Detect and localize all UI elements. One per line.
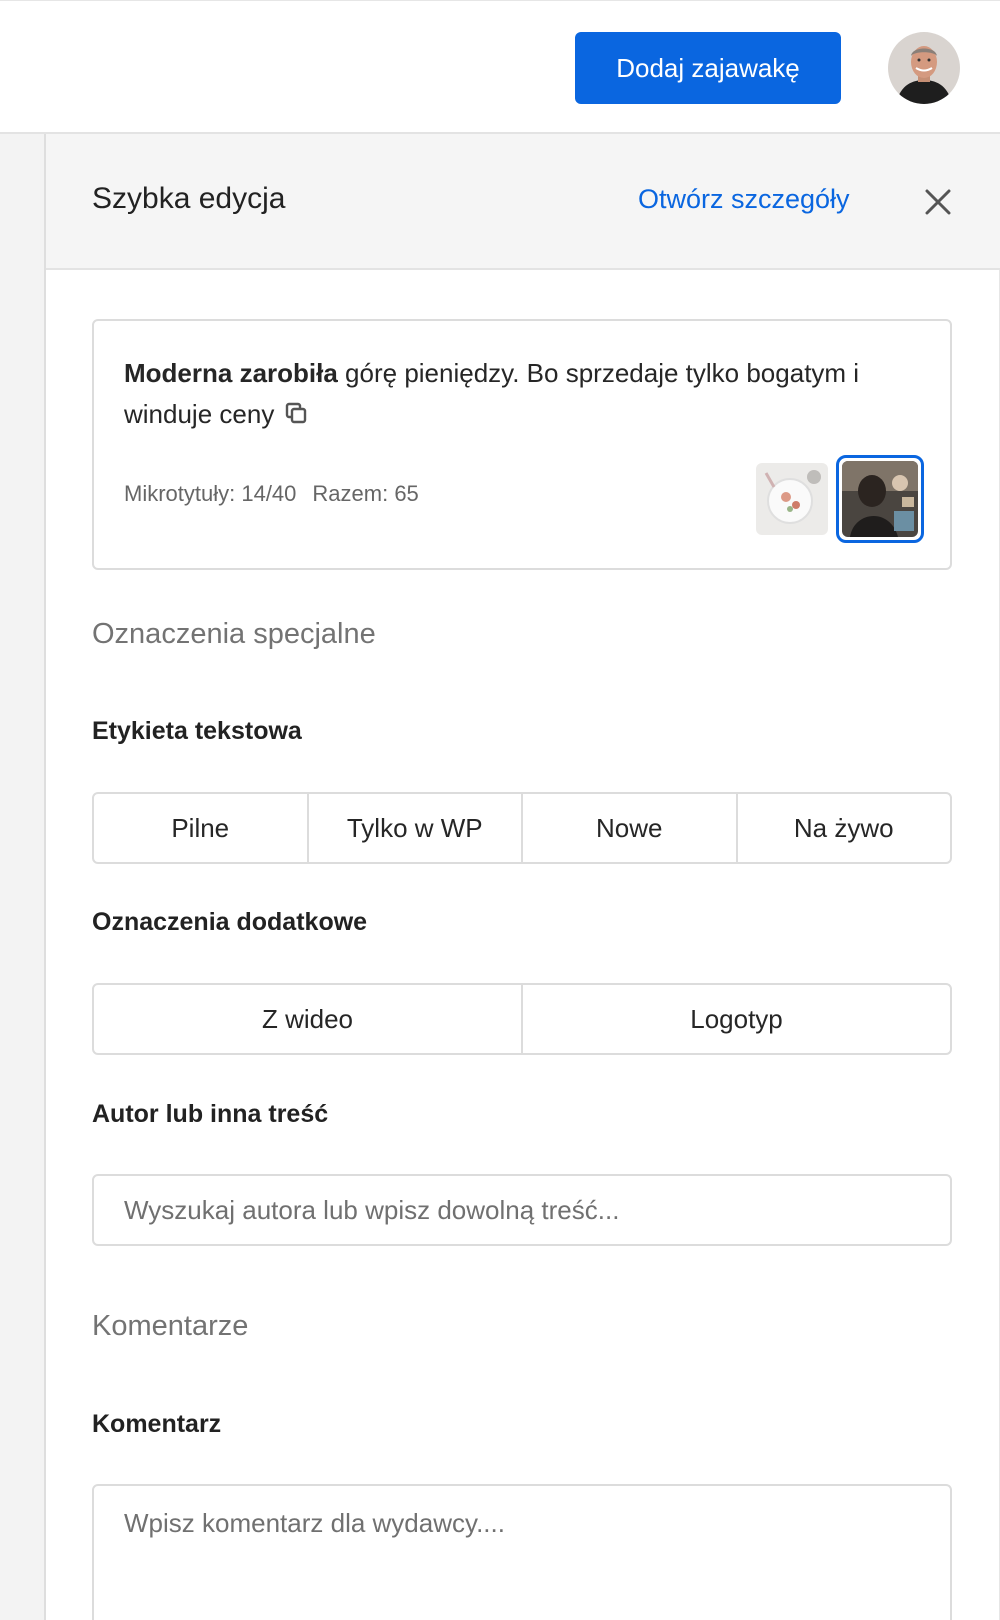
headline-bold: Moderna zarobiła	[124, 358, 338, 388]
people-photo-thumbnail[interactable]	[836, 455, 924, 543]
panel-title: Szybka edycja	[92, 182, 286, 215]
text-label-selector: Pilne Tylko w WP Nowe Na żywo	[92, 792, 952, 864]
teaser-card: Moderna zarobiła górę pieniędzy. Bo sprz…	[92, 319, 952, 570]
left-sidebar-strip	[0, 134, 46, 1620]
comment-heading: Komentarz	[92, 1410, 222, 1438]
open-details-link[interactable]: Otwórz szczegóły	[638, 184, 850, 215]
text-label-heading: Etykieta tekstowa	[92, 717, 302, 745]
option-new[interactable]: Nowe	[521, 794, 736, 862]
author-heading: Autor lub inna treść	[92, 1100, 329, 1128]
teaser-meta: Mikrotytuły: 14/40 Razem: 65	[124, 481, 419, 507]
option-live[interactable]: Na żywo	[735, 794, 951, 862]
food-photo-thumbnail[interactable]	[756, 463, 828, 535]
panel-header: Szybka edycja Otwórz szczegóły	[46, 134, 1000, 270]
extra-marks-heading: Oznaczenia dodatkowe	[92, 908, 368, 936]
add-teaser-button[interactable]: Dodaj zajawakę	[575, 32, 841, 104]
copy-icon[interactable]	[284, 396, 308, 437]
author-search-input[interactable]	[92, 1174, 952, 1246]
extra-marks-selector: Z wideo Logotyp	[92, 983, 952, 1055]
quick-edit-panel: Szybka edycja Otwórz szczegóły Moderna z…	[46, 134, 1000, 1620]
teaser-headline[interactable]: Moderna zarobiła górę pieniędzy. Bo sprz…	[124, 353, 924, 437]
close-icon	[925, 189, 951, 215]
close-button[interactable]	[912, 176, 964, 228]
user-avatar-image	[888, 32, 960, 104]
option-logo[interactable]: Logotyp	[521, 985, 950, 1053]
avatar[interactable]	[888, 32, 960, 104]
option-urgent[interactable]: Pilne	[94, 794, 307, 862]
micro-titles-count: Mikrotytuły: 14/40	[124, 481, 297, 506]
special-marks-title: Oznaczenia specjalne	[92, 618, 376, 650]
top-bar: Dodaj zajawakę	[0, 0, 1000, 134]
total-count: Razem: 65	[312, 481, 419, 506]
option-wp-only[interactable]: Tylko w WP	[306, 794, 522, 862]
comments-title: Komentarze	[92, 1310, 249, 1342]
option-with-video[interactable]: Z wideo	[94, 985, 521, 1053]
comment-textarea[interactable]	[92, 1484, 952, 1620]
